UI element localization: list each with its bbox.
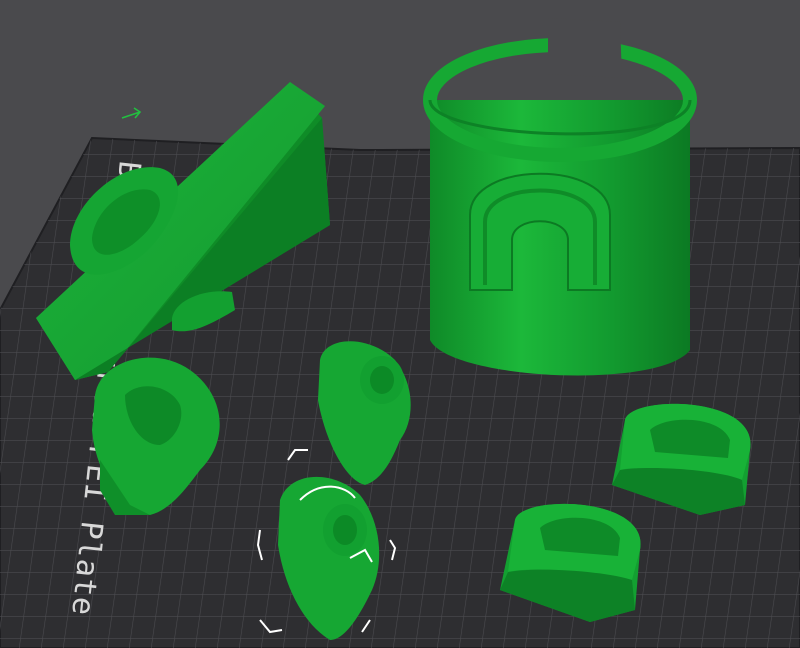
scene-canvas[interactable]: Bambu Textured PEI Plate	[0, 0, 800, 648]
cylindrical-cup-holder[interactable]	[423, 18, 697, 376]
axis-gizmo-icon	[121, 107, 142, 119]
3d-viewport[interactable]: Bambu Textured PEI Plate	[0, 0, 800, 648]
